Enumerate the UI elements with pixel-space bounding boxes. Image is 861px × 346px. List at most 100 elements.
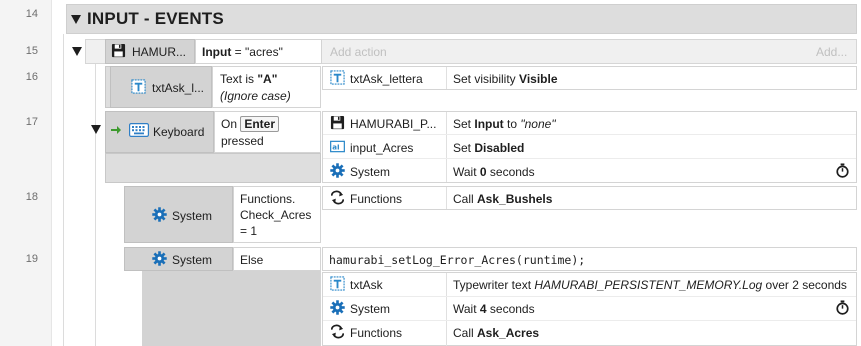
line-number: 17 (25, 116, 38, 128)
row-divider (323, 296, 856, 297)
action-value: Visible (519, 72, 558, 86)
action-object-name: Functions (350, 326, 403, 340)
action-text[interactable]: Call Ask_Acres (453, 326, 539, 340)
keyboard-icon (129, 123, 149, 137)
condition-text: Text is "A" (220, 72, 277, 86)
action-object-name: HAMURABI_P... (350, 117, 437, 131)
indent-guide (95, 64, 96, 346)
floppy-disk-icon (330, 115, 345, 130)
text-object-icon (330, 276, 345, 291)
action-label: Wait (453, 302, 480, 316)
condition-label: On (221, 117, 241, 131)
action-label: Wait (453, 165, 480, 179)
row-divider (323, 320, 856, 321)
floppy-disk-icon (111, 43, 126, 58)
condition-label: Text is (220, 72, 258, 86)
svg-text:aI: aI (332, 143, 339, 152)
action-label: Set visibility (453, 72, 520, 86)
action-object-name: Functions (350, 192, 403, 206)
condition-object-name: System (172, 253, 213, 267)
action-label: to (503, 117, 521, 131)
condition-filler (105, 153, 321, 183)
action-label: seconds (486, 302, 535, 316)
condition-object-name: HAMUR... (132, 45, 186, 59)
action-divider (446, 112, 447, 182)
action-label: seconds (486, 165, 535, 179)
condition-text-line3: = 1 (240, 224, 258, 238)
action-text[interactable]: Call Ask_Bushels (453, 192, 552, 206)
text-object-icon (131, 79, 146, 94)
action-object-name: txtAsk_lettera (350, 72, 423, 86)
text-input-icon: aI (330, 140, 345, 153)
action-divider (446, 67, 447, 89)
condition-filler (142, 271, 321, 346)
action-text[interactable]: Wait 4 seconds (453, 302, 535, 316)
action-text[interactable]: Wait 0 seconds (453, 165, 535, 179)
condition-object-name: System (172, 209, 213, 223)
stopwatch-icon (836, 300, 849, 315)
condition-text: On Enter (221, 116, 280, 132)
condition-text: Input = "acres" (202, 45, 283, 59)
line-number: 15 (25, 45, 38, 57)
group-title: INPUT - EVENTS (87, 9, 224, 28)
line-number: 16 (25, 71, 38, 83)
add-more-link[interactable]: Add... (816, 45, 847, 59)
gear-icon (330, 300, 345, 315)
row-divider (323, 134, 856, 135)
action-divider (446, 273, 447, 346)
line-number: 19 (25, 253, 38, 265)
condition-value: "A" (257, 72, 278, 86)
stopwatch-icon (836, 163, 849, 178)
action-object-name: System (350, 165, 391, 179)
condition-else: Else (240, 253, 264, 267)
action-text[interactable]: Set Disabled (453, 141, 524, 155)
line-number: 18 (25, 191, 38, 203)
gear-icon (330, 163, 345, 178)
functions-icon (331, 324, 344, 339)
add-action-link[interactable]: Add action (330, 45, 387, 59)
indent-guide (63, 34, 64, 346)
line-number: 14 (25, 8, 38, 20)
action-text: Set visibility Visible (453, 72, 558, 86)
condition-text-line1: Functions. (240, 192, 296, 206)
action-label: over 2 seconds (762, 278, 847, 292)
action-object-name: input_Acres (350, 141, 414, 155)
collapse-triangle-icon[interactable] (72, 47, 82, 56)
action-label: Call (453, 326, 478, 340)
action-label: Call (453, 192, 478, 206)
action-param: Input (474, 117, 504, 131)
trigger-arrow-icon (111, 126, 121, 134)
condition-value: = "acres" (231, 45, 283, 59)
action-row[interactable] (322, 186, 857, 210)
functions-icon (331, 190, 344, 205)
action-value: 0 (479, 165, 487, 179)
script-code[interactable]: hamurabi_setLog_Error_Acres(runtime); (329, 253, 585, 267)
action-value: Ask_Bushels (477, 192, 553, 206)
action-divider (446, 187, 447, 209)
action-label: Set (453, 117, 475, 131)
condition-object-name: txtAsk_l... (152, 81, 205, 95)
condition-option: (Ignore case) (220, 89, 291, 103)
action-text[interactable]: Set Input to "none" (453, 117, 556, 131)
condition-object-name: Keyboard (153, 125, 205, 139)
action-value: 4 (479, 302, 487, 316)
action-object-name: System (350, 302, 391, 316)
gear-icon (152, 251, 167, 266)
gear-icon (152, 207, 167, 222)
action-label: Set (453, 141, 475, 155)
action-value: Ask_Acres (477, 326, 540, 340)
action-object-name: txtAsk (350, 278, 383, 292)
collapse-triangle-icon[interactable] (91, 125, 101, 134)
action-text[interactable]: Typewriter text HAMURABI_PERSISTENT_MEMO… (453, 278, 847, 292)
condition-param: Input (202, 45, 232, 59)
collapse-triangle-icon[interactable] (71, 15, 81, 24)
text-object-icon (330, 70, 345, 85)
action-value: Disabled (474, 141, 525, 155)
row-divider (323, 158, 856, 159)
condition-text-line2: Check_Acres (240, 208, 312, 222)
action-value: "none" (520, 117, 556, 131)
action-value: HAMURABI_PERSISTENT_MEMORY.Log (534, 278, 763, 292)
condition-text-pressed: pressed (221, 134, 264, 148)
key-badge: Enter (240, 116, 280, 132)
action-label: Typewriter text (453, 278, 535, 292)
